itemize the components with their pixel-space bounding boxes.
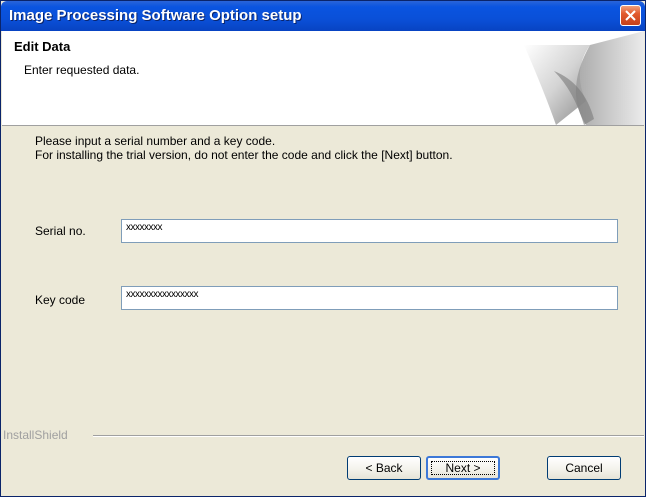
title-bar[interactable]: Image Processing Software Option setup: [1, 1, 645, 31]
header-panel: Edit Data Enter requested data.: [2, 31, 644, 126]
installshield-label: InstallShield: [3, 428, 72, 442]
serial-number-input[interactable]: xxxxxxxx: [121, 219, 618, 243]
header-subtitle: Enter requested data.: [24, 63, 140, 77]
back-button-label: < Back: [365, 461, 403, 475]
instruction-line-2: For installing the trial version, do not…: [35, 148, 453, 162]
close-button[interactable]: [620, 5, 641, 26]
setup-dialog: Image Processing Software Option setup E…: [0, 0, 646, 497]
serial-number-label: Serial no.: [35, 224, 86, 238]
focus-rectangle: [431, 461, 495, 475]
key-code-input[interactable]: xxxxxxxxxxxxxxxx: [121, 286, 618, 310]
footer-divider: [93, 435, 644, 437]
cancel-button[interactable]: Cancel: [547, 456, 621, 480]
close-icon: [625, 10, 636, 21]
key-code-label: Key code: [35, 293, 86, 307]
cancel-button-label: Cancel: [565, 461, 603, 475]
instructions-text: Please input a serial number and a key c…: [35, 134, 453, 162]
header-decoration-image: [524, 31, 644, 125]
header-title: Edit Data: [14, 39, 71, 54]
window-title: Image Processing Software Option setup: [9, 7, 302, 24]
next-button[interactable]: Next >: [426, 456, 500, 480]
back-button[interactable]: < Back: [347, 456, 421, 480]
instruction-line-1: Please input a serial number and a key c…: [35, 134, 276, 148]
